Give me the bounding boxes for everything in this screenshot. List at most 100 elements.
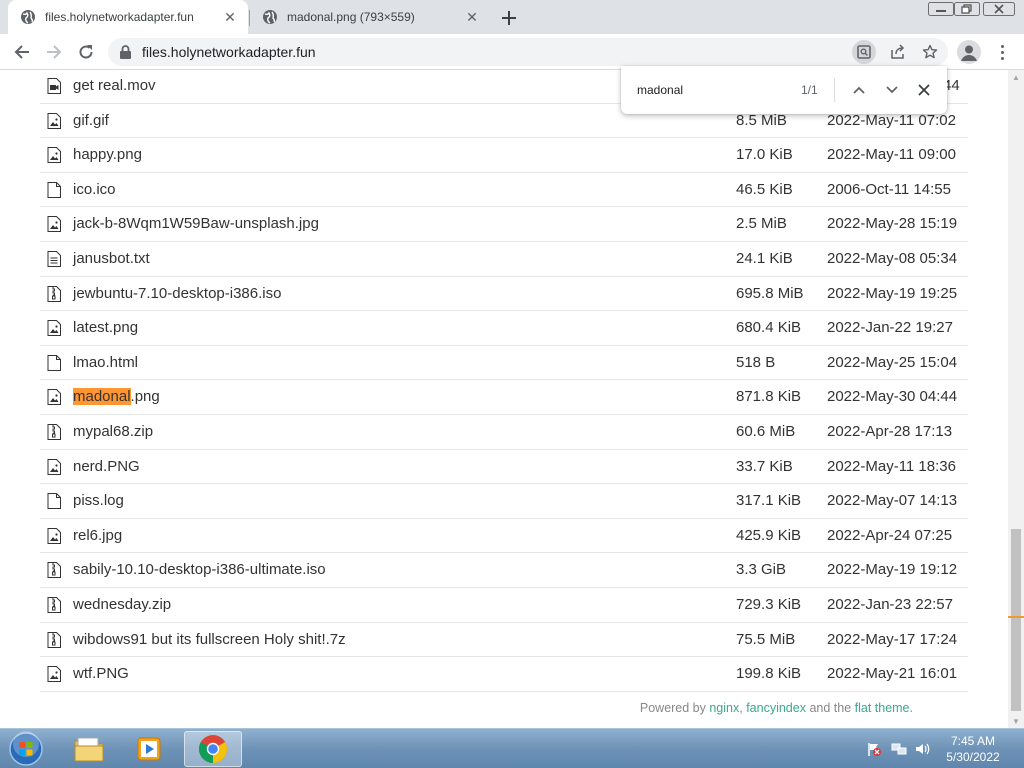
- url-text[interactable]: files.holynetworkadapter.fun: [142, 44, 316, 60]
- find-previous-button[interactable]: [847, 78, 871, 102]
- network-icon: [891, 743, 907, 755]
- file-link[interactable]: ico.ico: [73, 181, 116, 198]
- action-center-icon[interactable]: [866, 741, 882, 757]
- file-name: .png: [130, 388, 160, 406]
- chrome-icon: [199, 735, 227, 763]
- profile-button[interactable]: [957, 40, 981, 64]
- start-button[interactable]: [6, 731, 46, 767]
- tab-madonal[interactable]: madonal.png (793×559) ✕: [250, 0, 490, 34]
- volume-icon[interactable]: [914, 741, 930, 757]
- lock-icon[interactable]: [120, 45, 131, 59]
- image-file-icon: [47, 320, 61, 337]
- file-link[interactable]: rel6.jpg: [73, 527, 122, 544]
- image-file-icon: [47, 666, 61, 683]
- file-link[interactable]: madonal.png: [73, 388, 160, 406]
- file-link[interactable]: nerd.PNG: [73, 458, 140, 475]
- find-next-button[interactable]: [880, 78, 904, 102]
- file-size: 2.5 MiB: [736, 215, 787, 233]
- find-close-button[interactable]: [912, 78, 936, 102]
- file-size: 695.8 MiB: [736, 284, 804, 302]
- find-input[interactable]: madonal: [637, 83, 683, 97]
- taskbar-explorer[interactable]: [62, 731, 116, 767]
- flag-icon: [868, 743, 881, 756]
- file-row: wednesday.zip 729.3 KiB 2022-Jan-23 22:57: [40, 588, 968, 623]
- file-date: 2006-Oct-11 14:55: [827, 180, 951, 198]
- fancyindex-link[interactable]: fancyindex: [746, 701, 806, 715]
- file-size: 8.5 MiB: [736, 111, 787, 129]
- browser-toolbar: files.holynetworkadapter.fun: [0, 34, 1024, 70]
- image-file-icon: [47, 147, 61, 164]
- file-row: lmao.html 518 B 2022-May-25 15:04: [40, 346, 968, 381]
- file-name: jack-b-8Wqm1W59Baw-unsplash.jpg: [73, 215, 319, 233]
- file-row: madonal.png 871.8 KiB 2022-May-30 04:44: [40, 380, 968, 415]
- archive-file-icon: [47, 423, 61, 440]
- vertical-scrollbar[interactable]: ▲ ▼: [1008, 70, 1024, 728]
- bookmark-button[interactable]: [918, 40, 942, 64]
- flat-theme-link[interactable]: flat theme: [855, 701, 910, 715]
- file-date: 2022-Apr-28 17:13: [827, 422, 953, 440]
- close-tab-icon[interactable]: ✕: [464, 9, 480, 25]
- file-link[interactable]: jack-b-8Wqm1W59Baw-unsplash.jpg: [73, 215, 319, 232]
- tab-strip: files.holynetworkadapter.fun ✕ madonal.p…: [0, 0, 1024, 34]
- file-link[interactable]: piss.log: [73, 492, 124, 509]
- back-button[interactable]: [8, 38, 36, 66]
- file-row: sabily-10.10-desktop-i386-ultimate.iso 3.…: [40, 553, 968, 588]
- file-row: happy.png 17.0 KiB 2022-May-11 09:00: [40, 138, 968, 173]
- file-date: 2022-May-19 19:25: [827, 284, 958, 302]
- file-row: wibdows91 but its fullscreen Holy shit!.…: [40, 623, 968, 658]
- file-name: mypal68.zip: [73, 422, 154, 440]
- scrollbar-thumb[interactable]: [1011, 529, 1021, 711]
- image-file-icon: [47, 527, 61, 544]
- taskbar-media-player[interactable]: [122, 731, 176, 767]
- close-tab-icon[interactable]: ✕: [222, 9, 238, 25]
- find-in-page-button[interactable]: [852, 40, 876, 64]
- file-size: 317.1 KiB: [736, 492, 802, 510]
- tab-files[interactable]: files.holynetworkadapter.fun ✕: [8, 0, 248, 34]
- file-row: piss.log 317.1 KiB 2022-May-07 14:13: [40, 484, 968, 519]
- new-tab-button[interactable]: [497, 6, 521, 30]
- file-link[interactable]: happy.png: [73, 146, 142, 163]
- nginx-link[interactable]: nginx: [709, 701, 739, 715]
- network-icon[interactable]: [891, 741, 907, 757]
- file-name: get real.mov: [73, 77, 156, 94]
- file-link[interactable]: sabily-10.10-desktop-i386-ultimate.iso: [73, 561, 326, 578]
- address-bar[interactable]: files.holynetworkadapter.fun: [108, 38, 948, 66]
- file-link[interactable]: get real.mov: [73, 77, 156, 94]
- file-date: 2022-May-11 07:02: [827, 111, 956, 129]
- file-link[interactable]: jewbuntu-7.10-desktop-i386.iso: [73, 285, 281, 302]
- file-size: 199.8 KiB: [736, 665, 802, 683]
- restore-button[interactable]: [952, 0, 982, 18]
- file-link[interactable]: gif.gif: [73, 112, 109, 129]
- file-row: janusbot.txt 24.1 KiB 2022-May-08 05:34: [40, 242, 968, 277]
- taskbar-clock[interactable]: 7:45 AM 5/30/2022: [940, 733, 1006, 765]
- file-row: jewbuntu-7.10-desktop-i386.iso 695.8 MiB 2…: [40, 277, 968, 312]
- forward-button[interactable]: [40, 38, 68, 66]
- chevron-up-icon: [853, 86, 865, 94]
- file-name: wednesday.zip: [73, 595, 172, 613]
- file-link[interactable]: wednesday.zip: [73, 596, 171, 613]
- file-row: wtf.PNG 199.8 KiB 2022-May-21 16:01: [40, 657, 968, 692]
- tab-title: files.holynetworkadapter.fun: [45, 10, 194, 24]
- share-button[interactable]: [886, 40, 910, 64]
- scroll-down-icon[interactable]: ▼: [1008, 714, 1024, 728]
- file-name: rel6.jpg: [73, 526, 123, 544]
- taskbar-chrome[interactable]: [184, 731, 242, 767]
- file-name: happy.png: [73, 146, 142, 164]
- file-link[interactable]: lmao.html: [73, 354, 138, 371]
- reload-button[interactable]: [72, 38, 100, 66]
- file-link[interactable]: latest.png: [73, 319, 138, 336]
- close-window-button[interactable]: [982, 0, 1016, 18]
- file-link[interactable]: wtf.PNG: [73, 665, 129, 682]
- file-row: rel6.jpg 425.9 KiB 2022-Apr-24 07:25: [40, 519, 968, 554]
- find-bar: madonal 1/1: [621, 66, 947, 114]
- file-name: ico.ico: [73, 180, 116, 198]
- scroll-up-icon[interactable]: ▲: [1008, 70, 1024, 84]
- chrome-menu-button[interactable]: [992, 40, 1012, 64]
- file-link[interactable]: janusbot.txt: [73, 250, 150, 267]
- file-link[interactable]: mypal68.zip: [73, 423, 153, 440]
- file-link[interactable]: wibdows91 but its fullscreen Holy shit!.…: [73, 631, 346, 648]
- clock-date: 5/30/2022: [946, 750, 1000, 764]
- blank-file-icon: [47, 354, 61, 371]
- footer-middle: and the: [805, 701, 855, 715]
- image-file-icon: [47, 112, 61, 129]
